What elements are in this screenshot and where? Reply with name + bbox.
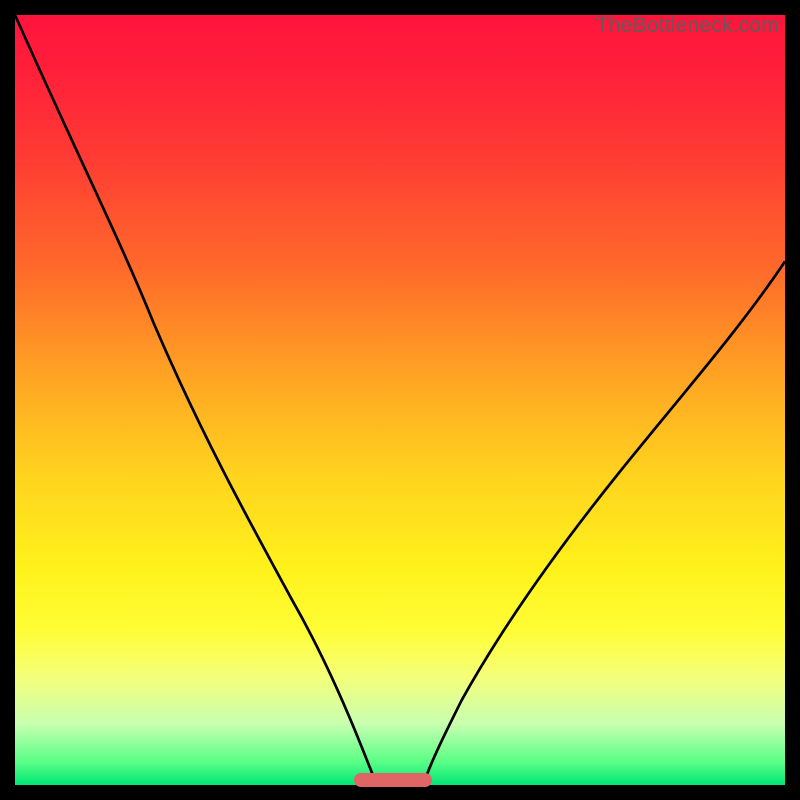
curve-right-branch <box>423 261 785 785</box>
valley-marker-bar <box>354 773 432 787</box>
bottleneck-curve <box>15 15 785 785</box>
chart-frame: TheBottleneck.com <box>0 0 800 800</box>
plot-area: TheBottleneck.com <box>15 15 785 785</box>
curve-left-branch <box>15 15 377 785</box>
